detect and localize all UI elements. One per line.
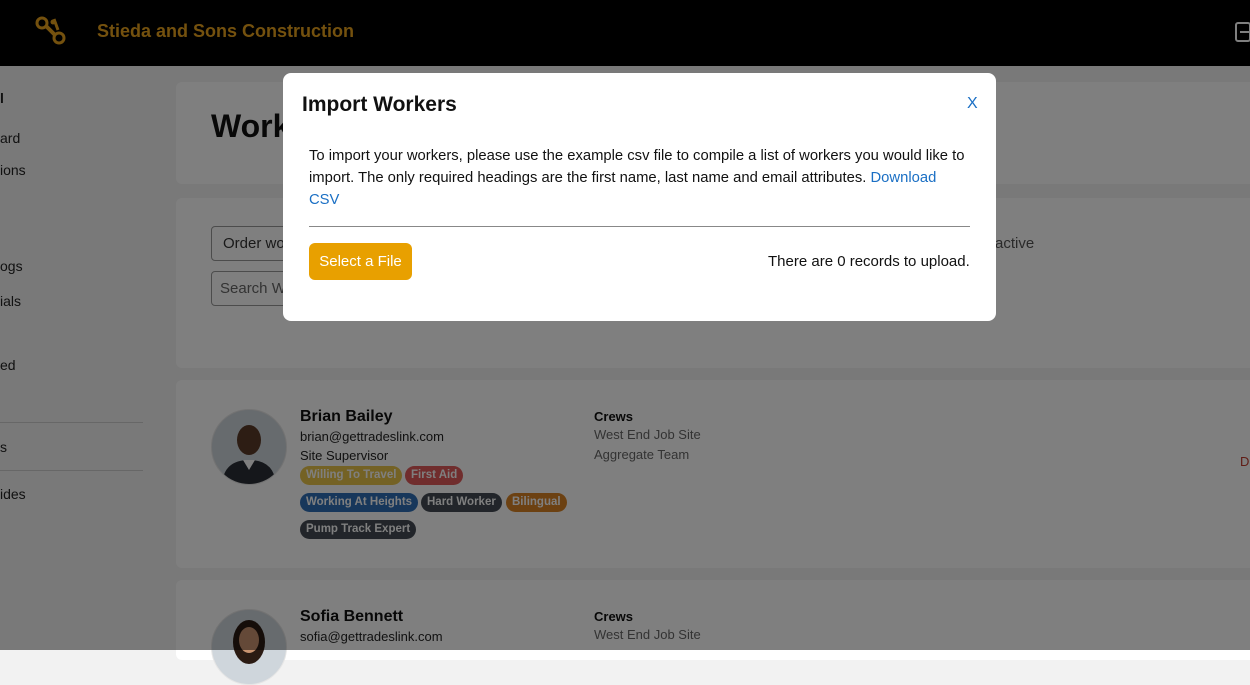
modal-description-text: To import your workers, please use the e… <box>309 148 965 186</box>
modal-title: Import Workers <box>302 93 457 116</box>
import-workers-modal: Import Workers X To import your workers,… <box>283 73 996 321</box>
modal-divider <box>309 226 970 227</box>
records-count-text: There are 0 records to upload. <box>768 253 970 270</box>
close-button[interactable]: X <box>967 95 978 113</box>
modal-description: To import your workers, please use the e… <box>309 145 969 211</box>
select-file-button[interactable]: Select a File <box>309 243 412 280</box>
